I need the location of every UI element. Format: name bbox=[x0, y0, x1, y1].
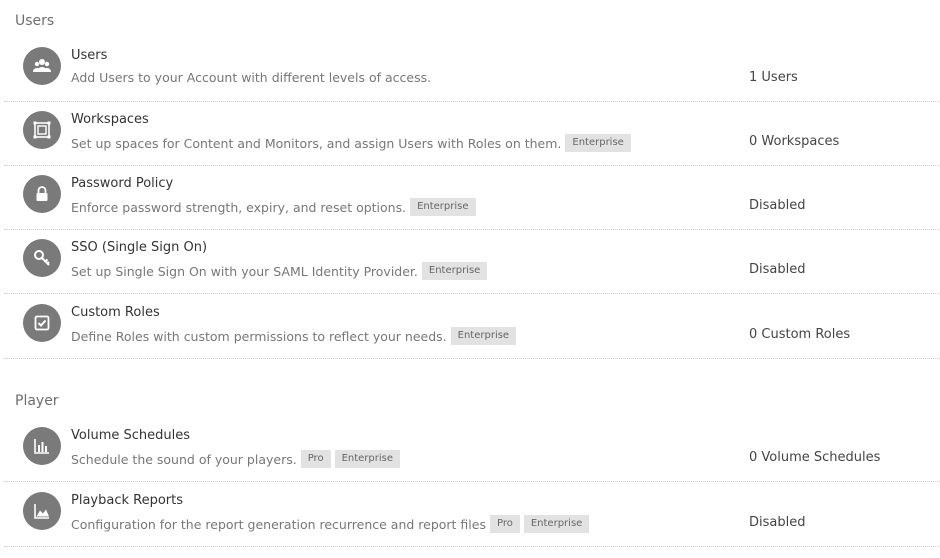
row-title: Volume Schedules bbox=[71, 428, 190, 443]
setting-row-users[interactable]: Users Add Users to your Account with dif… bbox=[4, 38, 940, 102]
users-icon bbox=[23, 47, 61, 85]
row-title: Users bbox=[71, 48, 108, 63]
lock-icon bbox=[23, 175, 61, 213]
checkbox-icon bbox=[23, 304, 61, 342]
row-description: Add Users to your Account with different… bbox=[71, 70, 431, 85]
users-section-title: Users bbox=[15, 13, 55, 29]
row-value: 0 Custom Roles bbox=[749, 327, 851, 342]
row-value: Disabled bbox=[749, 198, 806, 213]
bar-chart-icon bbox=[23, 427, 61, 465]
row-value: 0 Volume Schedules bbox=[749, 450, 881, 465]
row-description-text: Set up Single Sign On with your SAML Ide… bbox=[71, 263, 418, 279]
setting-row-password-policy[interactable]: Password Policy Enforce password strengt… bbox=[4, 166, 940, 230]
enterprise-badge: Enterprise bbox=[421, 262, 488, 280]
row-description-text: Set up spaces for Content and Monitors, … bbox=[71, 135, 562, 151]
row-description: Define Roles with custom permissions to … bbox=[71, 327, 517, 345]
row-description: Schedule the sound of your players. Pro En… bbox=[71, 450, 401, 468]
row-description: Set up spaces for Content and Monitors, … bbox=[71, 134, 631, 152]
enterprise-badge: Enterprise bbox=[565, 134, 631, 152]
row-description: Set up Single Sign On with your SAML Ide… bbox=[71, 262, 488, 280]
row-title: Playback Reports bbox=[71, 493, 184, 508]
row-value: Disabled bbox=[749, 515, 806, 530]
player-section-title: Player bbox=[15, 393, 59, 409]
row-title: Password Policy bbox=[71, 176, 174, 191]
enterprise-badge: Enterprise bbox=[523, 515, 590, 533]
row-title: SSO (Single Sign On) bbox=[71, 240, 208, 255]
key-icon bbox=[23, 239, 61, 277]
row-description: Enforce password strength, expiry, and r… bbox=[71, 198, 476, 216]
row-title: Workspaces bbox=[71, 112, 149, 127]
setting-row-custom-roles[interactable]: Custom Roles Define Roles with custom pe… bbox=[4, 295, 940, 359]
row-description-text: Define Roles with custom permissions to … bbox=[71, 328, 447, 344]
row-description-text: Configuration for the report generation … bbox=[71, 516, 486, 532]
row-description-text: Schedule the sound of your players. bbox=[71, 451, 297, 467]
area-chart-icon bbox=[23, 492, 61, 530]
enterprise-badge: Enterprise bbox=[450, 327, 517, 345]
pro-badge: Pro bbox=[300, 450, 331, 468]
row-value: Disabled bbox=[749, 262, 806, 277]
setting-row-sso[interactable]: SSO (Single Sign On) Set up Single Sign … bbox=[4, 230, 940, 294]
setting-row-playback-reports[interactable]: Playback Reports Configuration for the r… bbox=[4, 483, 940, 547]
pro-badge: Pro bbox=[489, 515, 520, 533]
enterprise-badge: Enterprise bbox=[334, 450, 401, 468]
row-title: Custom Roles bbox=[71, 305, 160, 320]
workspaces-icon bbox=[23, 111, 61, 149]
setting-row-workspaces[interactable]: Workspaces Set up spaces for Content and… bbox=[4, 102, 940, 166]
row-description-text: Add Users to your Account with different… bbox=[71, 70, 432, 85]
row-value: 1 Users bbox=[749, 70, 798, 85]
row-value: 0 Workspaces bbox=[749, 134, 840, 149]
enterprise-badge: Enterprise bbox=[410, 198, 476, 216]
setting-row-volume-schedules[interactable]: Volume Schedules Schedule the sound of y… bbox=[4, 418, 940, 482]
row-description-text: Enforce password strength, expiry, and r… bbox=[71, 199, 407, 215]
row-description: Configuration for the report generation … bbox=[71, 515, 590, 533]
